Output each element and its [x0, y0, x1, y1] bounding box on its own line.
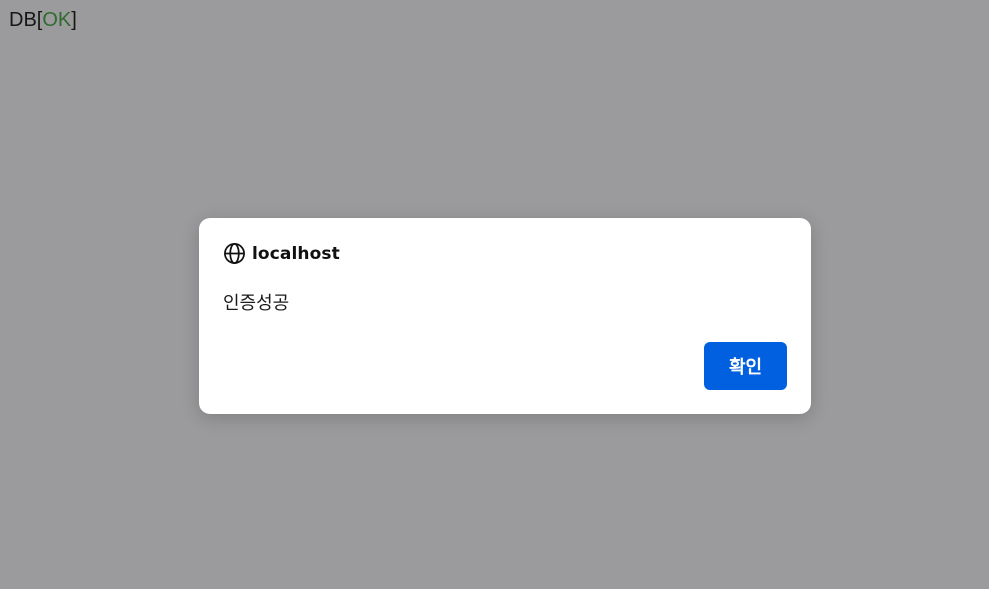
- db-status-text: DB[OK]: [9, 8, 77, 32]
- dialog-header: localhost: [223, 242, 340, 265]
- dialog-message: 인증성공: [223, 293, 290, 314]
- db-status-suffix: ]: [71, 9, 77, 31]
- globe-icon: [223, 242, 246, 265]
- confirm-button[interactable]: 확인: [704, 342, 787, 390]
- alert-dialog: localhost 인증성공 확인: [199, 218, 811, 414]
- dialog-origin: localhost: [252, 243, 340, 264]
- db-status-ok: OK: [42, 9, 72, 31]
- db-status-prefix: DB[: [9, 9, 43, 31]
